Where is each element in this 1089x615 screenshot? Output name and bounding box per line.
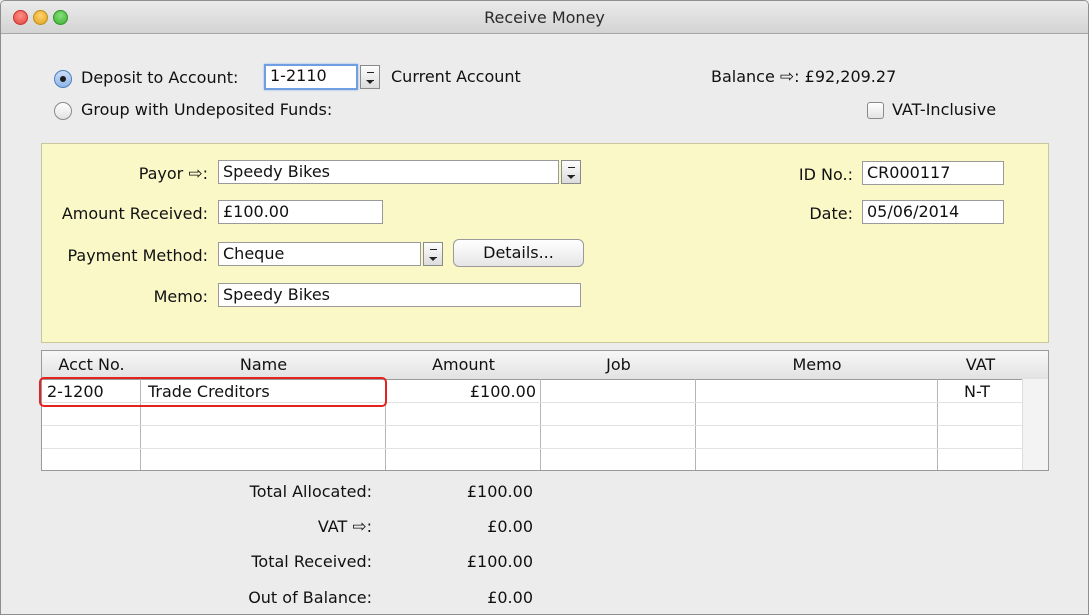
table-scrollbar[interactable]: [1022, 379, 1048, 470]
payment-method-field[interactable]: Cheque: [218, 242, 421, 266]
row-amount[interactable]: £100.00: [386, 382, 536, 401]
amount-received-field[interactable]: £100.00: [218, 200, 383, 224]
group-undeposited-radio[interactable]: [54, 102, 72, 120]
total-allocated-value: £100.00: [466, 482, 533, 501]
memo-label: Memo:: [153, 287, 208, 306]
balance-label: Balance ⇨: £92,209.27: [711, 67, 897, 87]
vat-total-label: VAT ⇨:: [317, 517, 372, 537]
balance-value: £92,209.27: [804, 67, 897, 86]
out-of-balance-label: Out of Balance:: [248, 588, 372, 607]
total-received-label: Total Received:: [251, 552, 372, 571]
table-header: Acct No. Name Amount Job Memo VAT: [42, 351, 1048, 380]
column-acct-no[interactable]: Acct No.: [42, 355, 141, 374]
payor-field[interactable]: Speedy Bikes: [218, 160, 559, 184]
window-title: Receive Money: [484, 8, 605, 27]
out-of-balance-value: £0.00: [487, 588, 533, 607]
group-undeposited-label: Group with Undeposited Funds:: [81, 100, 333, 119]
memo-field[interactable]: Speedy Bikes: [218, 283, 581, 307]
highlight-annotation: [39, 377, 387, 407]
details-button[interactable]: Details...: [453, 239, 584, 267]
amount-received-label: Amount Received:: [61, 204, 208, 223]
deposit-to-account-label: Deposit to Account:: [81, 68, 239, 87]
payment-method-lookup-icon[interactable]: [423, 242, 443, 266]
column-amount[interactable]: Amount: [386, 355, 541, 374]
receive-money-window: Receive Money Deposit to Account: 1-2110…: [0, 0, 1089, 615]
total-allocated-label: Total Allocated:: [249, 482, 372, 501]
date-field[interactable]: 05/06/2014: [862, 200, 1004, 224]
payor-label: Payor ⇨:: [138, 164, 208, 184]
column-name[interactable]: Name: [141, 355, 386, 374]
deposit-to-account-radio[interactable]: [54, 70, 72, 88]
vat-total-value: £0.00: [487, 517, 533, 536]
right-arrow-icon[interactable]: ⇨: [780, 67, 794, 87]
row-vat[interactable]: N-T: [938, 382, 1016, 401]
payor-lookup-icon[interactable]: [561, 160, 581, 184]
vat-inclusive-checkbox[interactable]: [867, 102, 884, 119]
right-arrow-icon[interactable]: ⇨: [352, 517, 366, 537]
vat-inclusive-label: VAT-Inclusive: [892, 100, 997, 119]
column-vat[interactable]: VAT: [938, 355, 1023, 374]
right-arrow-icon[interactable]: ⇨: [188, 164, 202, 184]
deposit-account-name: Current Account: [391, 67, 521, 86]
total-received-value: £100.00: [466, 552, 533, 571]
id-no-label: ID No.:: [798, 165, 853, 184]
column-job[interactable]: Job: [541, 355, 696, 374]
title-bar[interactable]: Receive Money: [1, 1, 1088, 34]
account-lookup-icon[interactable]: [360, 65, 380, 89]
payment-method-label: Payment Method:: [67, 246, 208, 265]
id-no-field[interactable]: CR000117: [862, 161, 1004, 185]
column-memo[interactable]: Memo: [696, 355, 938, 374]
deposit-account-field[interactable]: 1-2110: [264, 64, 358, 90]
allocation-table: Acct No. Name Amount Job Memo VAT 2-1200…: [41, 350, 1049, 471]
date-label: Date:: [809, 204, 853, 223]
